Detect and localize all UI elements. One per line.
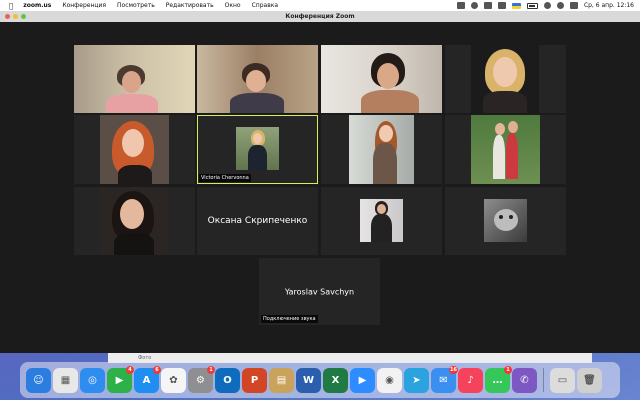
dock-zoom-icon[interactable]: ▶ (350, 367, 375, 393)
video-tile-participant-11[interactable] (321, 187, 442, 255)
participant-photo (471, 45, 539, 113)
participant-name: Оксана Скрипеченко (207, 216, 308, 226)
cat-photo (484, 199, 527, 242)
video-tile-participant-9[interactable] (74, 187, 195, 255)
dock-photos-icon[interactable]: ✿ (161, 367, 186, 393)
notification-badge: 1 (207, 365, 215, 374)
camera-status-icon[interactable] (456, 2, 465, 9)
video-tile-participant-1[interactable] (74, 45, 195, 113)
participant-video (197, 45, 318, 113)
notification-badge: 16 (449, 365, 458, 374)
battery-icon[interactable] (526, 2, 538, 9)
participant-photo (349, 115, 414, 184)
control-center-icon[interactable] (569, 2, 578, 9)
dock-outlook-icon[interactable]: O (215, 367, 240, 393)
window-title: Конференция Zoom (285, 13, 355, 20)
background-window-text: Фото (138, 355, 152, 361)
dock-separator (543, 368, 544, 392)
keyboard-layout-icon[interactable] (511, 2, 521, 9)
dock-word-icon[interactable]: W (296, 367, 321, 393)
close-window-button[interactable] (5, 14, 10, 19)
dock-trash-icon[interactable]: 🗑 (577, 367, 602, 393)
dock-viber-icon[interactable]: ✆ (512, 367, 537, 393)
participant-photo (100, 187, 168, 255)
dock-preview-icon[interactable]: ▭ (550, 367, 575, 393)
participant-video (321, 45, 442, 113)
dock-finder-icon[interactable]: ☺ (26, 367, 51, 393)
video-tile-participant-13[interactable]: Yaroslav Savchyn Подключение звука (259, 258, 380, 325)
menubar-clock[interactable]: Ср, 6 апр. 12:16 (584, 2, 634, 9)
participant-photo (471, 115, 540, 184)
notification-badge: 6 (153, 365, 161, 374)
menu-app-name[interactable]: zoom.us (23, 2, 51, 9)
video-tile-active-speaker[interactable]: Victoria Chervonna (197, 115, 318, 184)
notification-badge: 1 (504, 365, 512, 374)
video-tile-participant-2[interactable] (197, 45, 318, 113)
dock-excel-icon[interactable]: X (323, 367, 348, 393)
dock-telegram-icon[interactable]: ➤ (404, 367, 429, 393)
menu-item-help[interactable]: Справка (252, 2, 278, 9)
menu-bar:  zoom.us Конференция Посмотреть Редакти… (0, 0, 640, 11)
participant-name: Yaroslav Savchyn (284, 287, 355, 296)
dock-launchpad-icon[interactable]: ▦ (53, 367, 78, 393)
video-tile-participant-12[interactable] (445, 187, 566, 255)
audio-connecting-status: Подключение звука (261, 315, 318, 323)
wifi-icon[interactable] (543, 2, 551, 9)
zoom-menubar-icon[interactable] (497, 2, 506, 9)
dock-powerpoint-icon[interactable]: P (242, 367, 267, 393)
minimize-window-button[interactable] (13, 14, 18, 19)
participant-name-tag: Victoria Chervonna (199, 174, 251, 182)
apple-icon[interactable]:  (9, 2, 13, 10)
zoom-meeting-window: Конференция Zoom Victoria Chervonna Окса… (0, 11, 640, 353)
dock-facetime-icon[interactable]: ▶ 4 (107, 365, 134, 393)
menu-item-edit[interactable]: Редактировать (166, 2, 214, 9)
dock-app-store-icon[interactable]: A6 (134, 365, 161, 393)
participant-photo (360, 199, 403, 242)
menu-item-conference[interactable]: Конференция (62, 2, 106, 9)
dock-notes-app-icon[interactable]: ▤ (269, 367, 294, 393)
dock-messages-icon[interactable]: … 1 (485, 365, 512, 393)
video-tile-participant-3[interactable] (321, 45, 442, 113)
creative-cloud-icon[interactable] (470, 2, 478, 9)
dock-mail-icon[interactable]: ✉ 16 (431, 365, 458, 393)
viber-menubar-icon[interactable] (483, 2, 492, 9)
dock: ☺ ▦ ◎ ▶ 4 A 6 ✿ ⚙ 1 O P ▤ W X ▶ ◉ ➤ ✉ 16 ♪… 1 ✆ ▭ 🗑 (20, 362, 620, 398)
menu-item-view[interactable]: Посмотреть (117, 2, 155, 9)
notification-badge: 4 (126, 365, 134, 374)
video-tile-participant-8[interactable] (445, 115, 566, 184)
participant-photo (100, 115, 169, 184)
participant-photo (236, 127, 279, 170)
search-icon[interactable] (556, 2, 564, 9)
participant-video (74, 45, 195, 113)
menu-item-window[interactable]: Окно (225, 2, 241, 9)
dock-system-preferences-icon[interactable]: ⚙ 1 (188, 365, 215, 393)
dock-music-icon[interactable]: ♪ (458, 367, 483, 393)
video-tile-participant-10[interactable]: Оксана Скрипеченко (197, 187, 318, 255)
dock-chrome-icon[interactable]: ◉ (377, 367, 402, 393)
video-tile-participant-5[interactable] (74, 115, 195, 184)
video-tile-participant-7[interactable] (321, 115, 442, 184)
dock-safari-icon[interactable]: ◎ (80, 367, 105, 393)
video-tile-participant-4[interactable] (445, 45, 566, 113)
maximize-window-button[interactable] (21, 14, 26, 19)
window-titlebar: Конференция Zoom (0, 11, 640, 22)
